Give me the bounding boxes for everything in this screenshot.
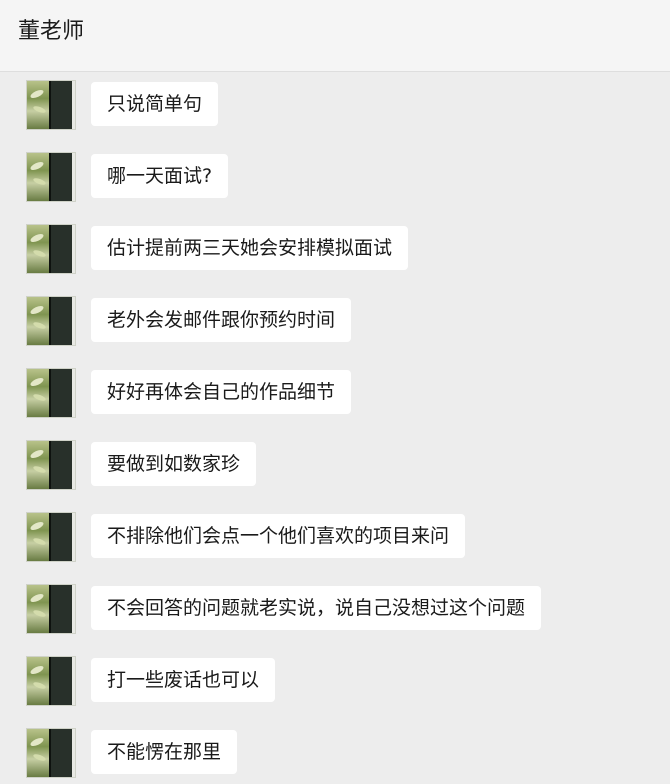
avatar[interactable] [26,152,76,202]
message-bubble[interactable]: 哪一天面试? [91,154,229,198]
message-bubble[interactable]: 打一些废话也可以 [91,658,276,702]
message-bubble[interactable]: 好好再体会自己的作品细节 [91,370,352,414]
message-bubble[interactable]: 老外会发邮件跟你预约时间 [91,298,352,342]
avatar[interactable] [26,224,76,274]
message-row: 不排除他们会点一个他们喜欢的项目来问 [0,508,670,564]
message-row: 不会回答的问题就老实说，说自己没想过这个问题 [0,580,670,636]
avatar[interactable] [26,584,76,634]
message-bubble[interactable]: 只说简单句 [91,82,219,126]
chat-title: 董老师 [18,19,85,44]
message-row: 老外会发邮件跟你预约时间 [0,292,670,348]
chat-header: 董老师 [0,0,670,72]
message-row: 估计提前两三天她会安排模拟面试 [0,220,670,276]
message-row: 只说简单句 [0,76,670,132]
message-row: 不能愣在那里 [0,724,670,780]
message-bubble[interactable]: 不排除他们会点一个他们喜欢的项目来问 [91,514,466,558]
avatar[interactable] [26,296,76,346]
message-bubble[interactable]: 不能愣在那里 [91,730,238,774]
avatar[interactable] [26,80,76,130]
avatar[interactable] [26,728,76,778]
avatar[interactable] [26,440,76,490]
message-bubble[interactable]: 不会回答的问题就老实说，说自己没想过这个问题 [91,586,542,630]
message-list: 只说简单句 哪一天面试? 估计提前两三天她会安排模拟面试 老外会发邮件跟你预约时… [0,72,670,784]
message-bubble[interactable]: 要做到如数家珍 [91,442,257,486]
message-bubble[interactable]: 估计提前两三天她会安排模拟面试 [91,226,409,270]
message-row: 哪一天面试? [0,148,670,204]
message-row: 好好再体会自己的作品细节 [0,364,670,420]
avatar[interactable] [26,512,76,562]
message-row: 打一些废话也可以 [0,652,670,708]
avatar[interactable] [26,368,76,418]
avatar[interactable] [26,656,76,706]
message-row: 要做到如数家珍 [0,436,670,492]
